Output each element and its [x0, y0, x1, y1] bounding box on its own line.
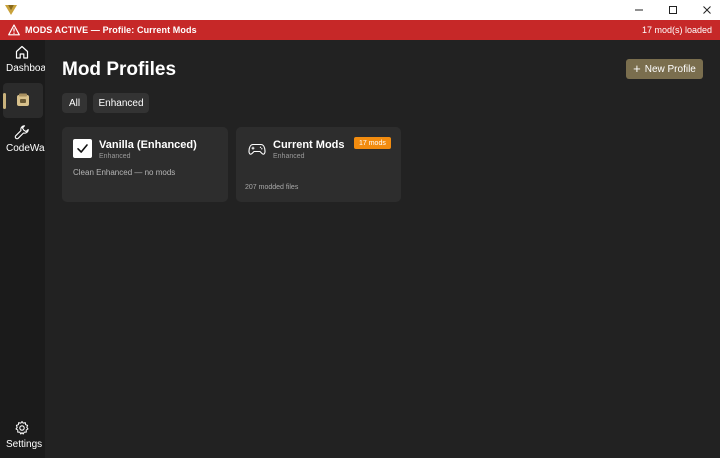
- title-bar: [0, 0, 720, 20]
- check-icon: [73, 139, 92, 158]
- profile-description: Clean Enhanced — no mods: [73, 168, 176, 177]
- new-profile-button[interactable]: + New Profile: [626, 59, 703, 79]
- profile-description: 207 modded files: [245, 184, 299, 191]
- mods-active-banner: MODS ACTIVE — Profile: Current Mods 17 m…: [0, 20, 720, 40]
- sidebar-item-profiles[interactable]: [3, 83, 43, 118]
- profile-title: Current Mods: [273, 139, 345, 151]
- new-profile-label: New Profile: [644, 63, 696, 75]
- mods-loaded-count: 17 mod(s) loaded: [641, 25, 712, 35]
- plus-icon: +: [633, 61, 641, 76]
- profiles-icon: [17, 93, 29, 106]
- filter-enhanced[interactable]: Enhanced: [93, 93, 149, 113]
- sidebar-item-label: CodeWalker: [6, 143, 45, 154]
- sidebar-item-label: Dashboard: [6, 63, 45, 74]
- gear-icon: [15, 421, 29, 435]
- sidebar-item-codewalker[interactable]: CodeWalker: [0, 124, 45, 154]
- minimize-icon: [635, 9, 643, 11]
- active-indicator: [3, 93, 6, 109]
- v-logo-icon: [5, 5, 17, 15]
- maximize-icon: [669, 6, 677, 14]
- maximize-button[interactable]: [656, 0, 690, 20]
- mods-count-badge: 17 mods: [354, 137, 391, 149]
- close-icon: [703, 6, 711, 14]
- filter-all[interactable]: All: [62, 93, 87, 113]
- sidebar-item-dashboard[interactable]: Dashboard: [0, 40, 45, 80]
- profile-edition: Enhanced: [273, 153, 305, 160]
- sidebar: Dashboard CodeWalker Settings: [0, 40, 45, 458]
- gamepad-icon: [248, 143, 266, 155]
- page-title: Mod Profiles: [62, 59, 177, 80]
- banner-text: MODS ACTIVE — Profile: Current Mods: [25, 25, 197, 35]
- minimize-button[interactable]: [622, 0, 656, 20]
- profile-card-vanilla[interactable]: Vanilla (Enhanced) Enhanced Clean Enhanc…: [62, 127, 228, 202]
- profile-edition: Enhanced: [99, 153, 131, 160]
- sidebar-item-settings[interactable]: Settings: [0, 420, 45, 458]
- sidebar-item-label: Settings: [6, 439, 43, 450]
- profile-title: Vanilla (Enhanced): [99, 139, 197, 151]
- home-icon: [15, 45, 29, 59]
- profile-card-current-mods[interactable]: Current Mods 17 mods Enhanced 207 modded…: [236, 127, 401, 202]
- warning-icon: [8, 24, 20, 36]
- wrench-icon: [14, 125, 29, 140]
- close-button[interactable]: [690, 0, 720, 20]
